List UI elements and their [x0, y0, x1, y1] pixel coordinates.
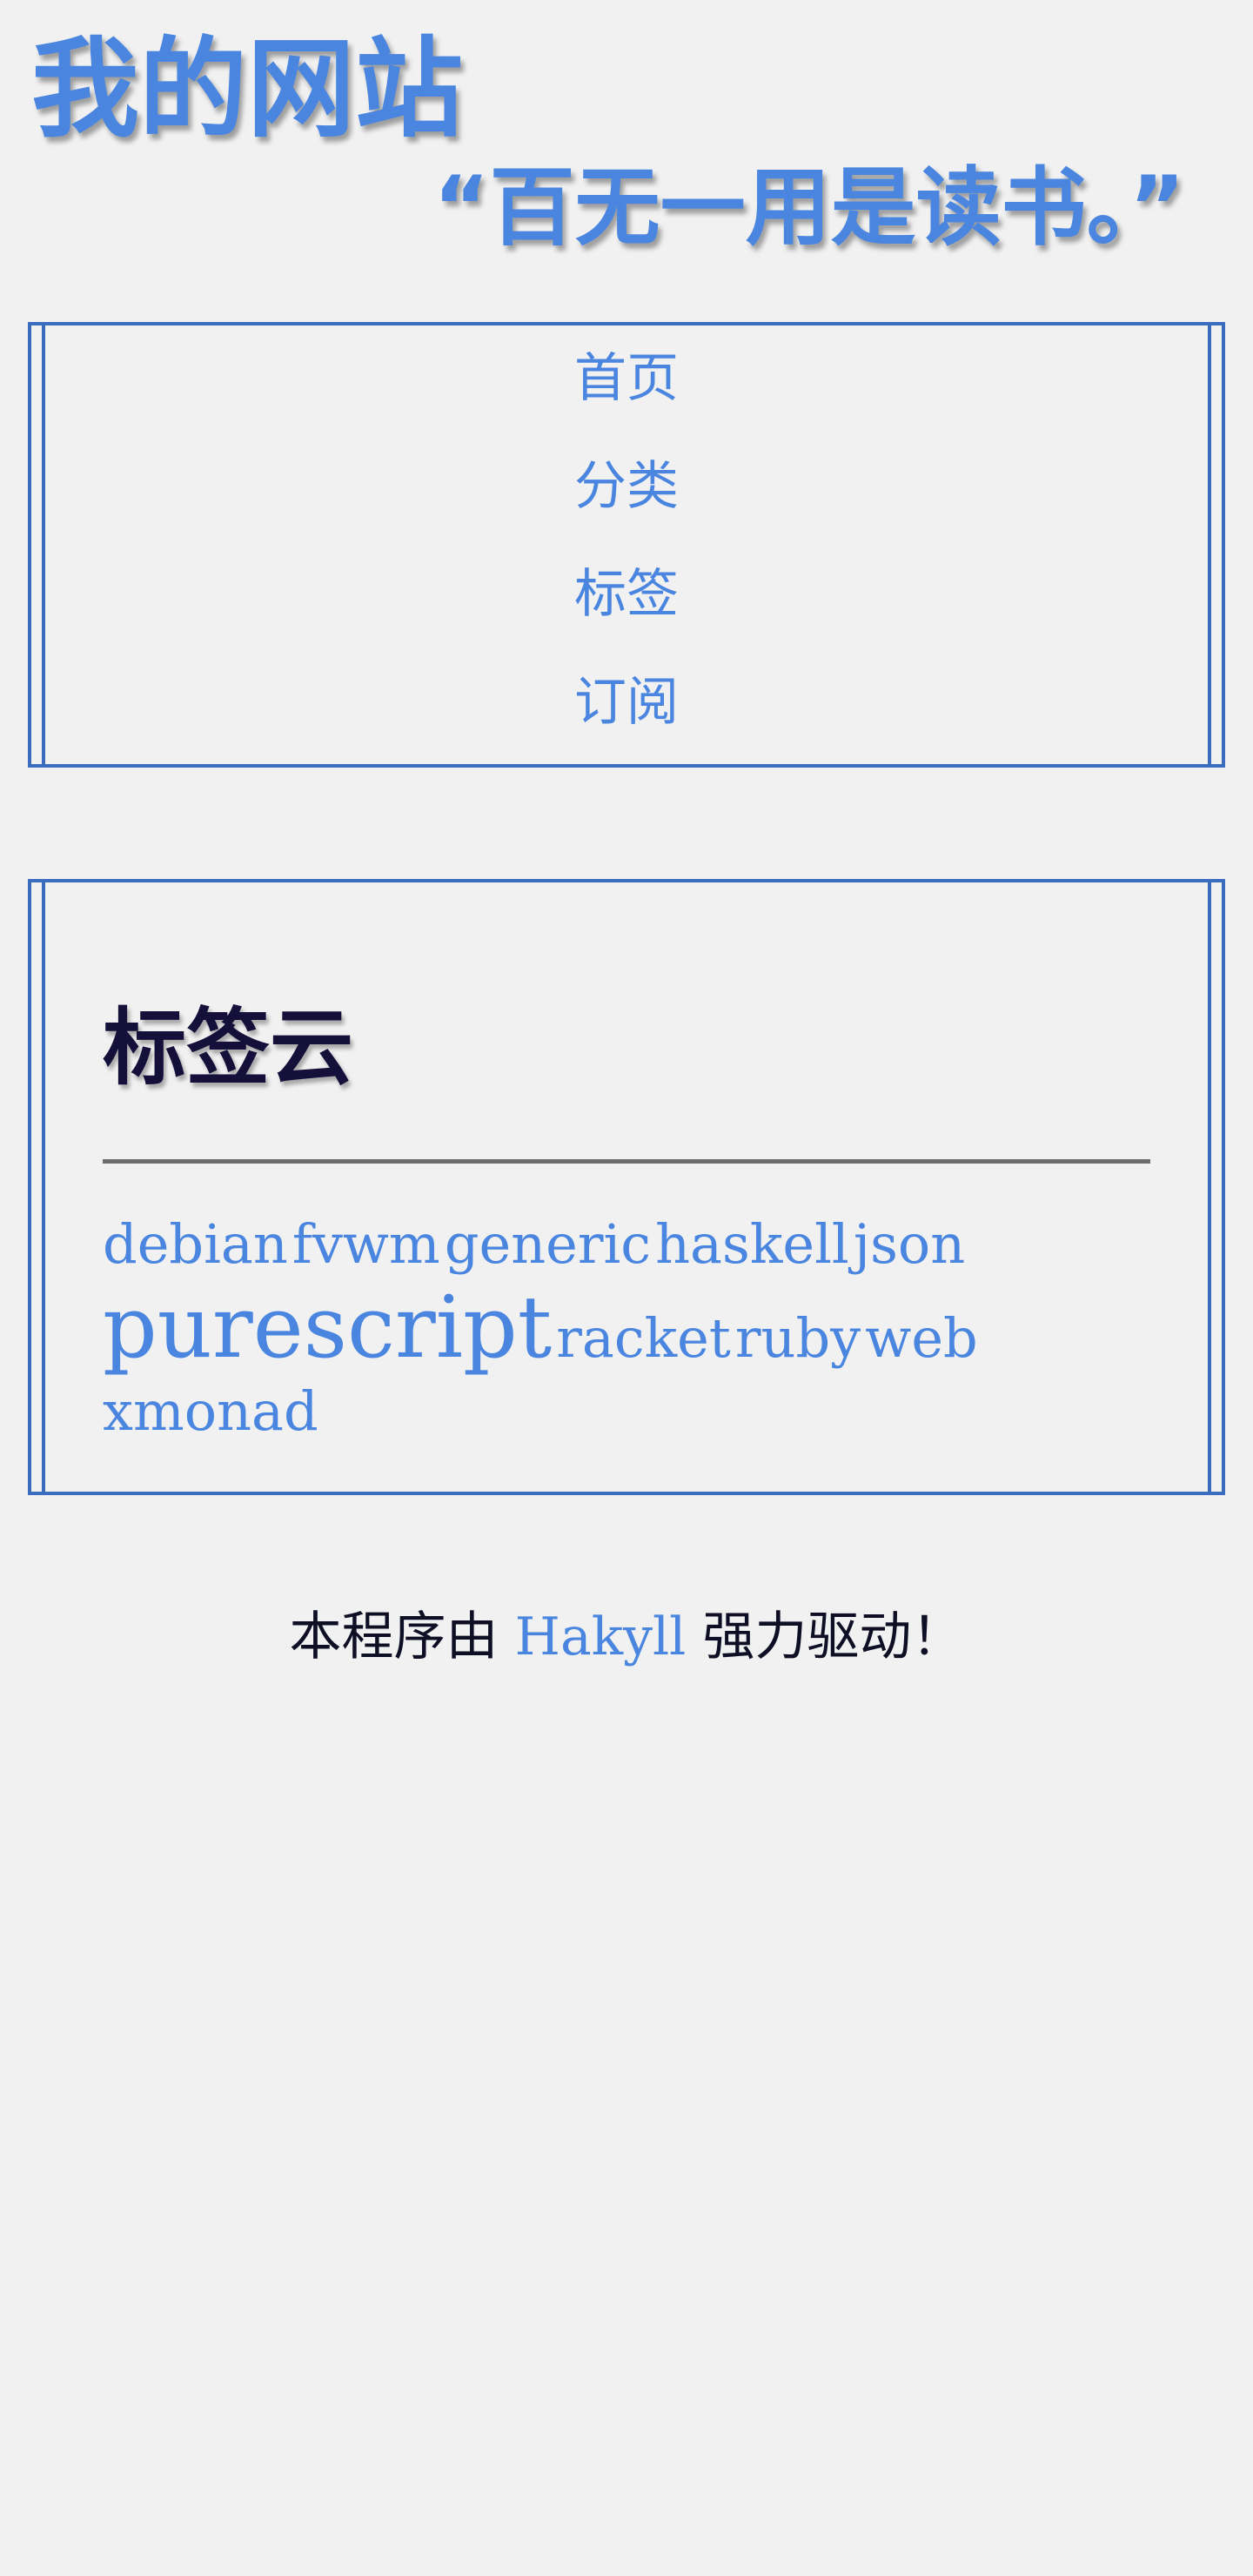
tag-cloud-line: debian fvwm generic haskell json [103, 1203, 1150, 1286]
site-header: 我的网站 “百无一用是读书。” [0, 0, 1253, 296]
tag-link-generic[interactable]: generic [445, 1212, 651, 1276]
nav-item-categories: 分类 [31, 446, 1222, 553]
tag-link-xmonad[interactable]: xmonad [103, 1379, 318, 1443]
footer-prefix: 本程序由 [289, 1607, 499, 1667]
tag-cloud-title: 标签云 [103, 999, 353, 1097]
site-title-link[interactable]: 我的网站 [31, 24, 463, 155]
tag-link-debian[interactable]: debian [103, 1212, 288, 1276]
tag-cloud-line: purescript racket ruby web [103, 1285, 1150, 1371]
nav-item-home: 首页 [31, 338, 1222, 446]
nav-item-feed: 订阅 [31, 661, 1222, 769]
nav-link-feed[interactable]: 订阅 [574, 672, 679, 733]
nav-link-categories[interactable]: 分类 [574, 456, 679, 517]
title-divider [103, 1159, 1150, 1164]
nav-link-tags[interactable]: 标签 [574, 564, 679, 625]
footer-suffix: 强力驱动！ [702, 1607, 964, 1667]
tag-link-haskell[interactable]: haskell [655, 1212, 849, 1276]
footer-hakyll-link[interactable]: Hakyll [515, 1607, 687, 1667]
site-motto: “百无一用是读书。” [433, 158, 1185, 258]
tag-link-fvwm[interactable]: fvwm [292, 1212, 440, 1276]
site-footer: 本程序由 Hakyll 强力驱动！ [0, 1598, 1253, 1676]
tag-cloud-panel: 标签云 debian fvwm generic haskell json pur… [28, 879, 1225, 1495]
tag-cloud-line: xmonad [103, 1370, 1150, 1453]
tag-link-racket[interactable]: racket [556, 1306, 731, 1370]
nav-link-home[interactable]: 首页 [574, 348, 679, 409]
nav-list: 首页 分类 标签 订阅 [31, 338, 1222, 769]
tag-link-purescript[interactable]: purescript [103, 1278, 552, 1378]
main-nav: 首页 分类 标签 订阅 [28, 322, 1225, 768]
tag-cloud: debian fvwm generic haskell json purescr… [103, 1203, 1150, 1453]
tag-link-ruby[interactable]: ruby [735, 1306, 861, 1370]
tag-link-json[interactable]: json [854, 1212, 965, 1276]
tag-link-web[interactable]: web [865, 1306, 977, 1370]
nav-item-tags: 标签 [31, 553, 1222, 661]
